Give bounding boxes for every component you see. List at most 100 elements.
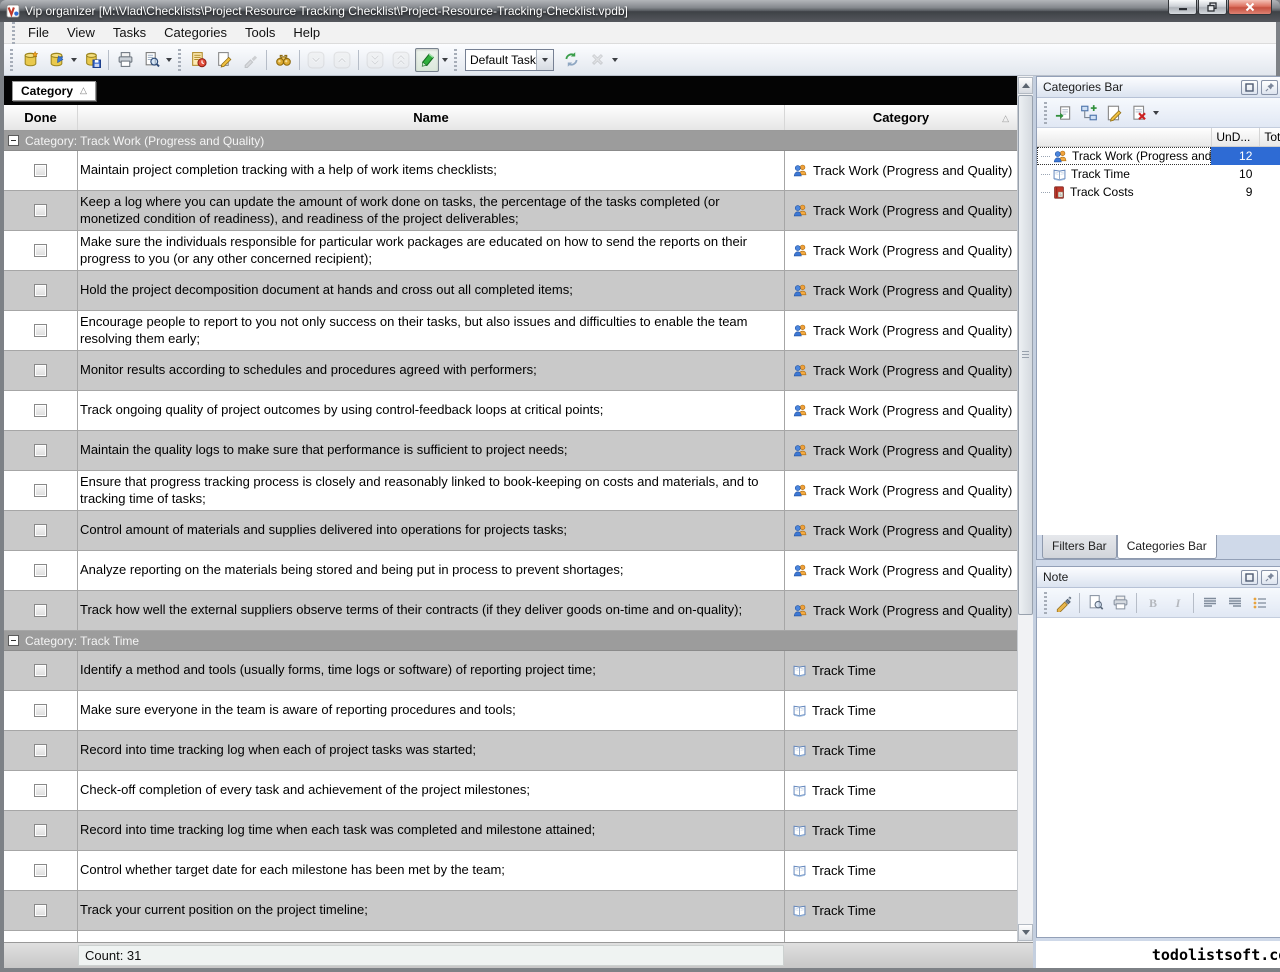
find-button[interactable] — [271, 48, 295, 72]
delete-category-button[interactable] — [1127, 101, 1150, 124]
task-checkbox[interactable] — [34, 864, 47, 877]
note-editor[interactable] — [1037, 618, 1280, 937]
task-checkbox[interactable] — [34, 664, 47, 677]
collapse-minus-icon[interactable] — [8, 635, 19, 646]
task-name-cell[interactable]: Encourage people to report to you not on… — [78, 311, 785, 351]
close-button[interactable] — [1228, 0, 1272, 15]
task-checkbox[interactable] — [34, 744, 47, 757]
italic-button[interactable]: I — [1166, 591, 1189, 614]
panel-maximize-icon[interactable] — [1241, 80, 1258, 95]
move-bottom-button[interactable] — [363, 48, 387, 72]
task-checkbox[interactable] — [34, 564, 47, 577]
open-database-button[interactable] — [44, 48, 68, 72]
task-name-cell[interactable]: Monitor results according to schedules a… — [78, 351, 785, 391]
edit-category-button[interactable] — [1102, 101, 1125, 124]
move-up-button[interactable] — [330, 48, 354, 72]
new-database-button[interactable] — [18, 48, 42, 72]
tree-header-undone[interactable]: UnD... — [1211, 128, 1259, 146]
toolbar-grip[interactable] — [10, 49, 13, 71]
align-right-button[interactable] — [1223, 591, 1246, 614]
task-category-cell[interactable]: Track Work (Progress and Quality) — [785, 191, 1017, 231]
task-name-cell[interactable]: Check-off completion of every task and a… — [78, 771, 785, 811]
task-name-cell[interactable]: Control amount of materials and supplies… — [78, 511, 785, 551]
task-category-cell[interactable]: Track Time — [785, 731, 1017, 771]
collapse-minus-icon[interactable] — [8, 135, 19, 146]
task-category-cell[interactable]: Track Work (Progress and Quality) — [785, 231, 1017, 271]
task-name-cell[interactable]: Control whether target date for each mil… — [78, 851, 785, 891]
task-checkbox[interactable] — [34, 484, 47, 497]
task-checkbox[interactable] — [34, 784, 47, 797]
attachments-button[interactable] — [238, 48, 262, 72]
align-left-button[interactable] — [1198, 591, 1221, 614]
note-preview-button[interactable] — [1084, 591, 1107, 614]
task-category-cell[interactable]: Track Work (Progress and Quality) — [785, 551, 1017, 591]
group-by-chip-category[interactable]: Category △ — [12, 81, 96, 101]
category-tree-item[interactable]: Track Work (Progress and 12 12 — [1037, 147, 1280, 165]
dropdown-caret-icon[interactable] — [166, 58, 172, 62]
task-name-cell[interactable]: Track ongoing quality of project outcome… — [78, 391, 785, 431]
task-category-cell[interactable]: Track Time — [785, 851, 1017, 891]
task-category-cell[interactable]: Track Time — [785, 651, 1017, 691]
group-header-row[interactable]: Category: Track Time — [4, 631, 1017, 651]
toolbar-grip[interactable] — [1044, 102, 1047, 124]
menu-categories[interactable]: Categories — [155, 23, 236, 42]
task-category-cell[interactable]: Track Work (Progress and Quality) — [785, 271, 1017, 311]
toolbar-grip[interactable] — [454, 49, 457, 71]
tab-categories-bar[interactable]: Categories Bar — [1117, 535, 1217, 559]
task-name-cell[interactable]: Identify a method and tools (usually for… — [78, 651, 785, 691]
new-task-button[interactable] — [186, 48, 210, 72]
dropdown-caret-icon[interactable] — [71, 58, 77, 62]
task-checkbox[interactable] — [34, 824, 47, 837]
dropdown-caret-icon[interactable] — [1153, 111, 1159, 115]
task-checkbox[interactable] — [34, 604, 47, 617]
combo-dropdown-button[interactable] — [536, 50, 553, 70]
print-preview-button[interactable] — [139, 48, 163, 72]
category-tree-item[interactable]: Track Time 10 10 — [1037, 165, 1280, 183]
toolbar-grip[interactable] — [178, 49, 181, 71]
task-name-cell[interactable]: Maintain project completion tracking wit… — [78, 151, 785, 191]
add-subcategory-button[interactable] — [1077, 101, 1100, 124]
edit-task-button[interactable] — [212, 48, 236, 72]
task-checkbox[interactable] — [34, 364, 47, 377]
note-pin-icon[interactable] — [1261, 570, 1278, 585]
task-name-cell[interactable]: Make sure the individuals responsible fo… — [78, 231, 785, 271]
dropdown-caret-icon[interactable] — [442, 58, 448, 62]
task-name-cell[interactable]: Ensure that progress tracking process is… — [78, 471, 785, 511]
toolbar-grip[interactable] — [1044, 592, 1047, 614]
task-category-cell[interactable]: Track Work (Progress and Quality) — [785, 591, 1017, 631]
print-button[interactable] — [113, 48, 137, 72]
column-header-done[interactable]: Done — [4, 105, 78, 130]
move-top-button[interactable] — [389, 48, 413, 72]
bullet-list-button[interactable] — [1248, 591, 1271, 614]
delete-button[interactable] — [585, 48, 609, 72]
task-name-cell[interactable]: Track how well the external suppliers ob… — [78, 591, 785, 631]
note-print-button[interactable] — [1109, 591, 1132, 614]
save-database-button[interactable] — [80, 48, 104, 72]
task-checkbox[interactable] — [34, 284, 47, 297]
bold-button[interactable]: B — [1141, 591, 1164, 614]
task-checkbox[interactable] — [34, 444, 47, 457]
task-category-cell[interactable]: Track Work (Progress and Quality) — [785, 511, 1017, 551]
insert-note-button[interactable] — [1052, 591, 1075, 614]
menu-help[interactable]: Help — [284, 23, 329, 42]
task-category-cell[interactable]: Track Time — [785, 891, 1017, 931]
apply-template-button[interactable] — [559, 48, 583, 72]
menu-tools[interactable]: Tools — [236, 23, 284, 42]
tree-header-total[interactable]: Total — [1259, 128, 1280, 146]
task-category-cell[interactable]: Track Work (Progress and Quality) — [785, 351, 1017, 391]
task-name-cell[interactable]: Hold the project decomposition document … — [78, 271, 785, 311]
task-checkbox[interactable] — [34, 904, 47, 917]
task-category-cell[interactable]: Track Work (Progress and Quality) — [785, 471, 1017, 511]
note-maximize-icon[interactable] — [1241, 570, 1258, 585]
menu-view[interactable]: View — [58, 23, 104, 42]
scroll-down-button[interactable] — [1018, 924, 1033, 941]
highlighter-button[interactable] — [415, 48, 439, 72]
task-template-combobox[interactable]: Default Task — [465, 49, 554, 71]
task-category-cell[interactable]: Track Time — [785, 811, 1017, 851]
task-category-cell[interactable]: Track Work (Progress and Quality) — [785, 391, 1017, 431]
column-header-name[interactable]: Name — [78, 105, 785, 130]
task-checkbox[interactable] — [34, 704, 47, 717]
menu-file[interactable]: File — [19, 23, 58, 42]
add-category-button[interactable] — [1052, 101, 1075, 124]
category-tree-item[interactable]: 5Track Costs 9 9 — [1037, 183, 1280, 201]
